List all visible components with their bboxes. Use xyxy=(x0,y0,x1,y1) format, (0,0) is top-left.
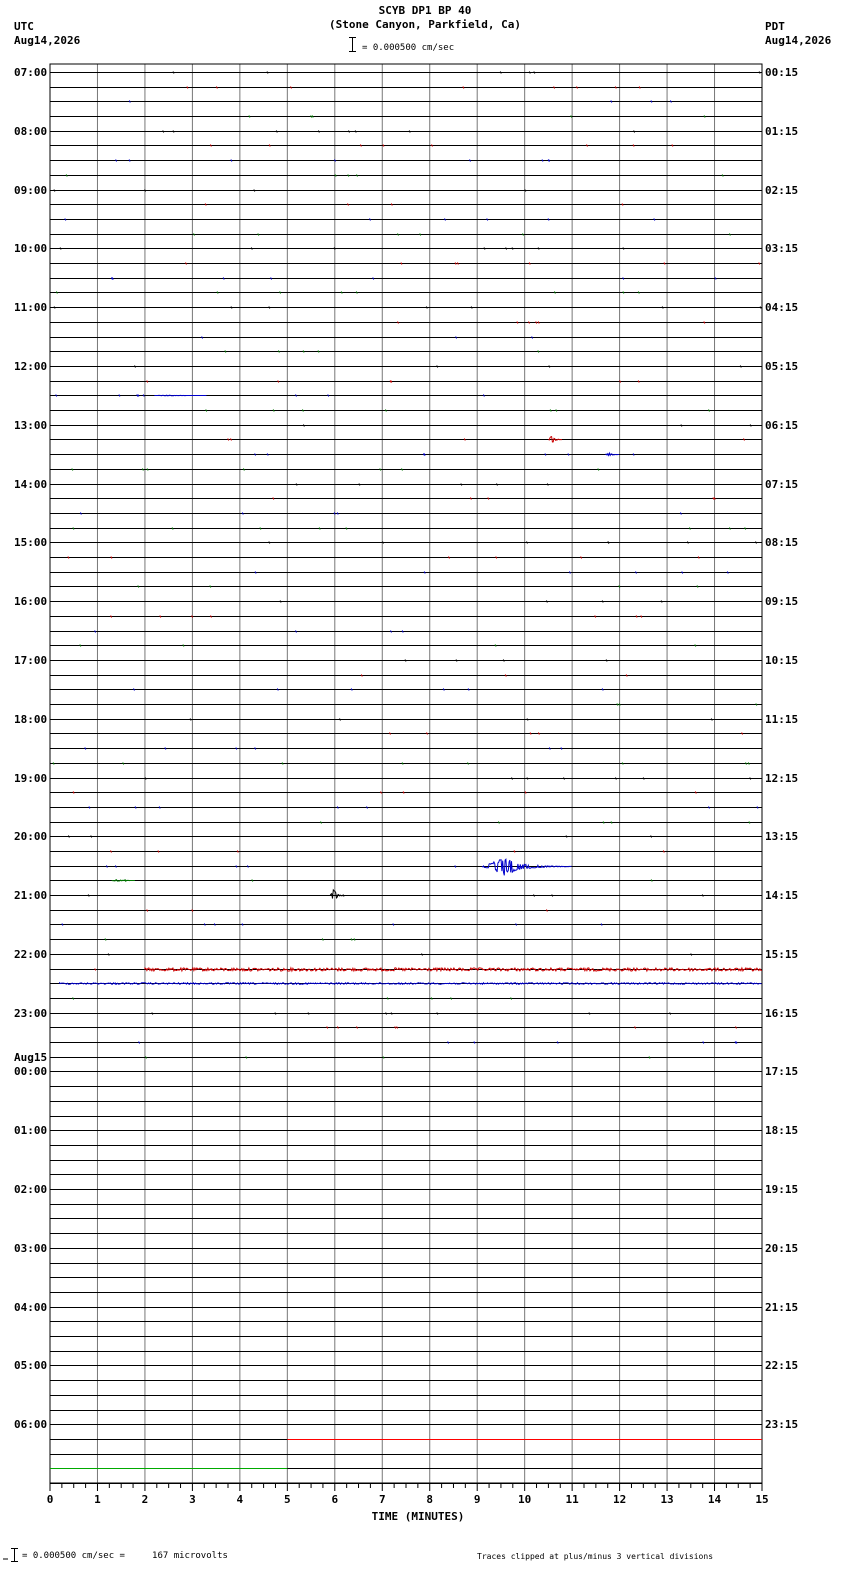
right-hour-label: 00:15 xyxy=(765,66,799,79)
right-hour-label: 01:15 xyxy=(765,124,799,138)
x-tick-label: 7 xyxy=(379,1493,386,1506)
left-hour-label: 11:00 xyxy=(14,301,48,315)
left-date-label: Aug15 xyxy=(14,1051,48,1065)
helicorder-plot: 0 1 2 3 4 5 6 7 8 9 10 11 12 13 14 15 xyxy=(47,63,769,1506)
left-hour-label: 19:00 xyxy=(14,771,48,785)
right-hour-label: 16:15 xyxy=(765,1006,799,1020)
x-tick-label: 4 xyxy=(237,1493,244,1506)
x-tick-label: 9 xyxy=(474,1493,481,1506)
x-tick-label: 14 xyxy=(708,1493,722,1506)
right-hour-label: 06:15 xyxy=(765,418,799,432)
right-hour-label: 17:15 xyxy=(765,1065,799,1079)
left-hour-label: 10:00 xyxy=(14,242,48,256)
left-hour-label: 15:00 xyxy=(14,536,48,550)
x-tick-label: 6 xyxy=(331,1493,338,1506)
trace-lines xyxy=(50,71,762,1469)
seismic-event xyxy=(111,879,135,882)
left-hour-label: 05:00 xyxy=(14,1359,48,1373)
plot-grid xyxy=(49,63,763,1484)
left-hour-label: 17:00 xyxy=(14,653,48,667)
right-hour-label: 07:15 xyxy=(765,477,799,491)
right-hour-label: 03:15 xyxy=(765,242,799,256)
right-hour-label: 12:15 xyxy=(765,771,799,785)
time-axis: 0 1 2 3 4 5 6 7 8 9 10 11 12 13 14 15 xyxy=(47,1483,769,1506)
x-tick-label: 13 xyxy=(660,1493,673,1506)
left-hour-label: 06:00 xyxy=(14,1418,48,1432)
x-tick-label: 12 xyxy=(613,1493,626,1506)
left-hour-label: 09:00 xyxy=(14,183,48,197)
left-hour-label: 01:00 xyxy=(14,1124,48,1138)
x-tick-label: 0 xyxy=(47,1493,54,1506)
seismic-event xyxy=(154,394,207,397)
x-tick-label: 8 xyxy=(426,1493,433,1506)
right-hour-label: 04:15 xyxy=(765,301,799,315)
left-hour-label: 08:00 xyxy=(14,124,48,138)
left-hour-label: 02:00 xyxy=(14,1183,48,1197)
noisy-trace xyxy=(58,981,762,986)
right-hour-label: 09:15 xyxy=(765,595,799,609)
x-tick-label: 3 xyxy=(189,1493,196,1506)
seismic-event xyxy=(329,888,344,900)
left-hour-label: 00:00 xyxy=(14,1065,48,1079)
right-hour-label: 23:15 xyxy=(765,1418,799,1432)
footer-scale-icon xyxy=(3,1547,19,1563)
seismic-event xyxy=(605,451,619,457)
left-hour-label: 22:00 xyxy=(14,947,48,961)
right-hour-label: 14:15 xyxy=(765,889,799,903)
plot-frame xyxy=(49,63,763,1484)
footer-scale-text: = 0.000500 cm/sec = 167 microvolts xyxy=(22,1551,228,1561)
x-tick-label: 5 xyxy=(284,1493,291,1506)
right-hour-label: 22:15 xyxy=(765,1359,799,1373)
right-hour-label: 20:15 xyxy=(765,1241,799,1255)
footer-clip-note: Traces clipped at plus/minus 3 vertical … xyxy=(477,1552,714,1561)
right-hour-label: 02:15 xyxy=(765,183,799,197)
right-hour-label: 18:15 xyxy=(765,1124,799,1138)
left-hour-label: 07:00 xyxy=(14,66,48,79)
right-hour-label: 11:15 xyxy=(765,712,799,726)
right-hour-label: 19:15 xyxy=(765,1183,799,1197)
left-hour-label: 03:00 xyxy=(14,1241,48,1255)
left-hour-label: 12:00 xyxy=(14,359,48,373)
right-hour-label: 10:15 xyxy=(765,653,799,667)
x-tick-label: 10 xyxy=(518,1493,531,1506)
x-tick-label: 15 xyxy=(755,1493,768,1506)
left-hour-label: 23:00 xyxy=(14,1006,48,1020)
left-hour-label: 21:00 xyxy=(14,889,48,903)
left-hour-label: 20:00 xyxy=(14,830,48,844)
left-hour-label: 18:00 xyxy=(14,712,48,726)
right-hour-label: 15:15 xyxy=(765,947,799,961)
seismic-event xyxy=(481,858,572,876)
left-hour-label: 04:00 xyxy=(14,1300,48,1314)
x-axis-title: TIME (MINUTES) xyxy=(371,1510,465,1523)
x-tick-label: 1 xyxy=(94,1493,101,1506)
left-hour-label: 14:00 xyxy=(14,477,48,491)
left-hour-label: 13:00 xyxy=(14,418,48,432)
right-hour-label: 13:15 xyxy=(765,830,799,844)
x-tick-label: 11 xyxy=(566,1493,580,1506)
noisy-trace xyxy=(144,966,763,973)
left-hour-label: 16:00 xyxy=(14,595,48,609)
right-hour-label: 08:15 xyxy=(765,536,799,550)
x-tick-label: 2 xyxy=(142,1493,149,1506)
right-hour-label: 05:15 xyxy=(765,359,799,373)
right-hour-label: 21:15 xyxy=(765,1300,799,1314)
